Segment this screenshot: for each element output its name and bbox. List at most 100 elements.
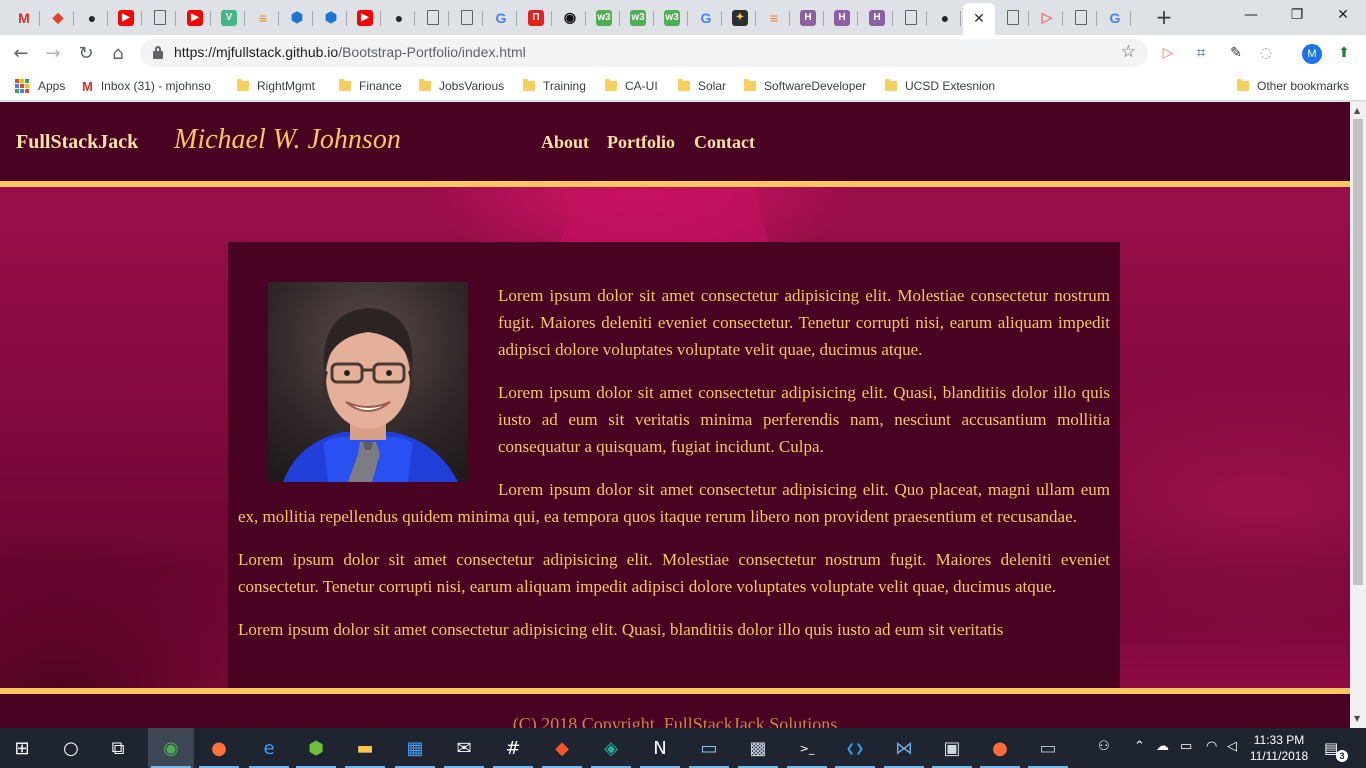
vscode-icon[interactable]: ❮❯: [843, 736, 867, 760]
reload-button[interactable]: ↻: [73, 40, 99, 66]
browser-tab[interactable]: G: [485, 4, 517, 31]
bookmark-item[interactable]: RightMgmt: [237, 77, 315, 95]
bookmark-item[interactable]: Solar: [678, 77, 726, 95]
bookmark-item[interactable]: CA-UI: [605, 77, 658, 95]
onenote-icon[interactable]: N: [648, 736, 672, 760]
bookmark-star-icon[interactable]: ☆: [1121, 42, 1136, 62]
browser-tab[interactable]: H: [861, 4, 893, 31]
firefox-icon[interactable]: ●: [207, 736, 231, 760]
mail-icon[interactable]: ✉: [452, 736, 476, 760]
nav-about-link[interactable]: About: [541, 132, 589, 153]
browser-tab[interactable]: w3: [656, 4, 688, 31]
extension-crop-icon[interactable]: ⌗: [1191, 43, 1211, 63]
browser-tab[interactable]: G: [1099, 4, 1131, 31]
browser-tab[interactable]: w3: [622, 4, 654, 31]
mysql-shell-icon[interactable]: ▣: [940, 736, 964, 760]
close-window-button[interactable]: ✕: [1320, 0, 1366, 30]
maximize-button[interactable]: ❐: [1274, 0, 1320, 30]
mysql-icon[interactable]: ⋈: [892, 736, 916, 760]
browser-tab[interactable]: G: [690, 4, 722, 31]
browser-tab[interactable]: w3: [588, 4, 620, 31]
browser-tab[interactable]: [997, 4, 1029, 31]
browser-tab[interactable]: ⬢: [281, 4, 313, 31]
browser-tab[interactable]: ▶: [110, 4, 142, 31]
remote-desktop-icon[interactable]: ▭: [697, 736, 721, 760]
browser-tab[interactable]: [144, 4, 176, 31]
brave-icon[interactable]: ◆: [550, 736, 574, 760]
extension-circle-icon[interactable]: ◌: [1256, 43, 1276, 63]
desktop-icon[interactable]: ▭: [1036, 736, 1060, 760]
browser-tab[interactable]: [417, 4, 449, 31]
browser-tab[interactable]: ▶: [349, 4, 381, 31]
scroll-thumb[interactable]: [1353, 119, 1363, 585]
scroll-up-icon[interactable]: ▲: [1354, 106, 1360, 115]
browser-tab[interactable]: [895, 4, 927, 31]
profile-avatar[interactable]: M: [1302, 44, 1322, 64]
tab-separator: [823, 11, 824, 26]
back-button[interactable]: ←: [8, 40, 34, 66]
postman-icon[interactable]: ●: [988, 736, 1012, 760]
bookmark-item[interactable]: Apps: [15, 77, 65, 95]
browser-tab[interactable]: [1065, 4, 1097, 31]
terminal-icon[interactable]: >_: [795, 736, 819, 760]
browser-tab[interactable]: ≡: [758, 4, 790, 31]
minimize-button[interactable]: —: [1228, 0, 1274, 30]
bookmark-item[interactable]: Other bookmarks: [1237, 77, 1349, 95]
browser-tab[interactable]: ●: [929, 4, 961, 31]
extension-play-icon[interactable]: ▷: [1158, 43, 1178, 63]
browser-tab[interactable]: ≡: [247, 4, 279, 31]
battery-icon[interactable]: ▭: [1180, 739, 1192, 754]
browser-tab[interactable]: ◆: [42, 4, 74, 31]
file-explorer-icon[interactable]: ▬: [353, 736, 377, 760]
browser-tab[interactable]: V: [213, 4, 245, 31]
browser-tab[interactable]: ⬢: [315, 4, 347, 31]
url-text[interactable]: https://mjfullstack.github.io/Bootstrap-…: [174, 44, 526, 60]
bookmark-item[interactable]: JobsVarious: [419, 77, 504, 95]
browser-tab[interactable]: ▷: [1031, 4, 1063, 31]
windows-start-icon[interactable]: ⊞: [10, 736, 34, 760]
browser-tab[interactable]: H: [792, 4, 824, 31]
scroll-down-icon[interactable]: ▼: [1354, 714, 1360, 723]
browser-tab[interactable]: ▶: [179, 4, 211, 31]
gitkraken-icon[interactable]: ◈: [599, 736, 623, 760]
taskbar-clock[interactable]: 11:33 PM 11/11/2018: [1246, 732, 1312, 764]
slack-icon[interactable]: #: [501, 736, 525, 760]
people-icon[interactable]: ⚇: [1098, 739, 1110, 754]
address-bar[interactable]: https://mjfullstack.github.io/Bootstrap-…: [140, 39, 1148, 67]
browser-tab[interactable]: ●: [76, 4, 108, 31]
browser-tab[interactable]: ◉: [554, 4, 586, 31]
home-button[interactable]: ⌂: [105, 40, 131, 66]
bookmark-item[interactable]: M Inbox (31) - mjohnso: [82, 77, 211, 95]
browser-tab[interactable]: ✦: [724, 4, 756, 31]
volume-icon[interactable]: ◁: [1227, 739, 1237, 754]
task-view-icon[interactable]: ⧉: [106, 736, 130, 760]
bookmark-item[interactable]: UCSD Extesnion: [885, 77, 995, 95]
onedrive-icon[interactable]: ☁: [1156, 739, 1169, 754]
bookmark-item[interactable]: Training: [523, 77, 586, 95]
tray-chevron-icon[interactable]: ⌃: [1134, 739, 1145, 754]
nav-portfolio-link[interactable]: Portfolio: [607, 132, 675, 153]
page-scrollbar[interactable]: ▲ ▼: [1350, 102, 1366, 728]
new-tab-button[interactable]: +: [1152, 6, 1176, 30]
browser-tab[interactable]: ✕: [963, 3, 995, 35]
browser-tab[interactable]: M: [8, 4, 40, 31]
nav-contact-link[interactable]: Contact: [694, 132, 755, 153]
shield-icon[interactable]: ⬢: [304, 736, 328, 760]
browser-tab[interactable]: П: [520, 4, 552, 31]
bookmark-item[interactable]: Finance: [339, 77, 402, 95]
update-arrow-icon[interactable]: ⬆: [1334, 43, 1354, 63]
browser-tab[interactable]: H: [826, 4, 858, 31]
brand-link[interactable]: FullStackJack: [16, 131, 138, 154]
browser-tab[interactable]: [451, 4, 483, 31]
photos-icon[interactable]: ▩: [746, 736, 770, 760]
store-icon[interactable]: ▦: [403, 736, 427, 760]
browser-tab[interactable]: ●: [383, 4, 415, 31]
wifi-icon[interactable]: ◠: [1206, 739, 1217, 754]
forward-button[interactable]: →: [40, 40, 66, 66]
edge-icon[interactable]: e: [257, 736, 281, 760]
chrome-icon[interactable]: ◉: [159, 736, 183, 760]
extension-eyedropper-icon[interactable]: ✎: [1226, 43, 1246, 63]
cortana-icon[interactable]: ○: [59, 736, 83, 760]
bookmark-item[interactable]: SoftwareDeveloper: [744, 77, 866, 95]
close-icon[interactable]: ✕: [973, 11, 985, 27]
